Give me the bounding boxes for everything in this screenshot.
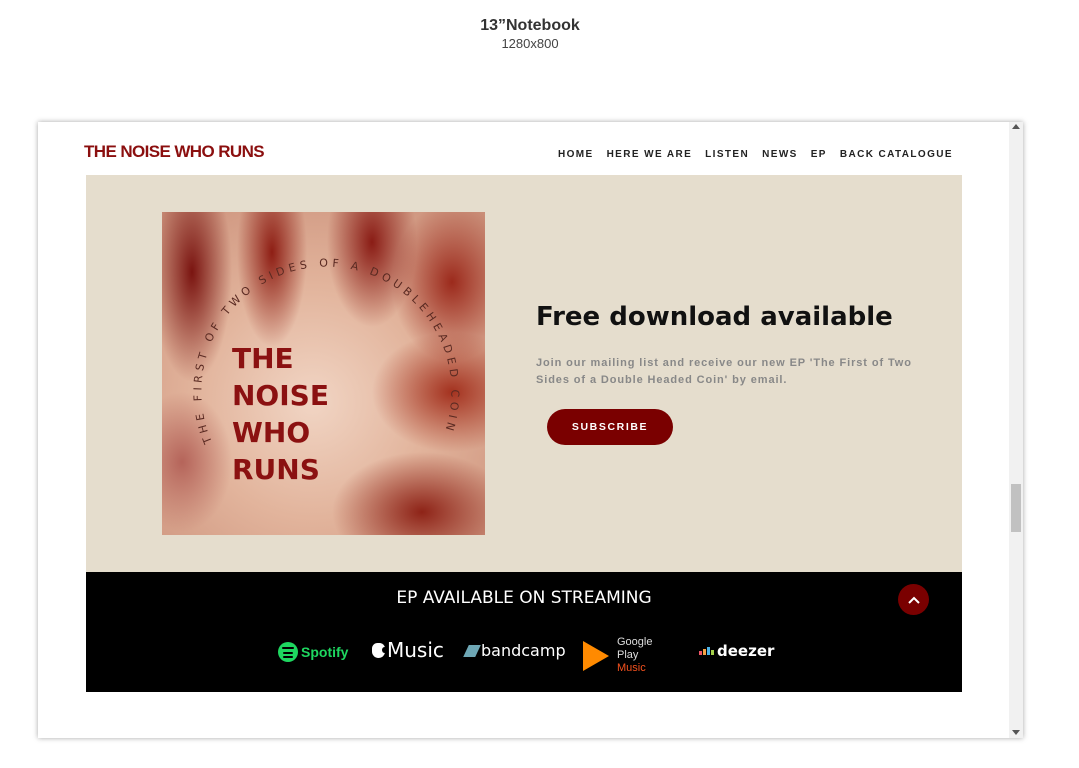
google-play-label: Google Play — [617, 636, 653, 661]
nav-here-we-are[interactable]: HERE WE ARE — [607, 149, 693, 160]
hero-description: Join our mailing list and receive our ne… — [536, 357, 912, 386]
google-play-music-label: Music — [617, 662, 646, 674]
apple-icon — [372, 642, 387, 658]
google-play-icon — [583, 640, 609, 671]
google-play-music-link[interactable]: Google Play Music — [583, 636, 652, 675]
nav-listen[interactable]: LISTEN — [705, 149, 749, 160]
chevron-up-icon — [907, 596, 920, 604]
spotify-label: Spotify — [301, 644, 349, 660]
cover-title-line: NOISE — [232, 379, 329, 412]
device-resolution: 1280x800 — [501, 36, 559, 51]
hero-section: THE FIRST OF TWO SIDES OF A DOUBLEHEADED… — [86, 175, 962, 572]
deezer-label: deezer — [717, 642, 775, 660]
subscribe-button[interactable]: SUBSCRIBE — [547, 409, 673, 445]
scroll-down-arrow-icon[interactable] — [1012, 730, 1020, 735]
apple-music-link[interactable]: Music — [372, 638, 444, 662]
nav-home[interactable]: HOME — [558, 149, 594, 160]
nav-back-catalogue[interactable]: BACK CATALOGUE — [840, 149, 953, 160]
nav-ep[interactable]: EP — [811, 149, 827, 160]
spotify-link[interactable]: Spotify — [278, 642, 348, 662]
device-title: 13”Notebook — [480, 17, 580, 34]
back-to-top-button[interactable] — [898, 584, 929, 615]
bandcamp-link[interactable]: bandcamp — [463, 641, 566, 660]
apple-music-label: Music — [387, 638, 444, 662]
cover-title-line: WHO — [232, 416, 311, 449]
bandcamp-label: bandcamp — [481, 641, 566, 660]
spotify-icon — [278, 642, 298, 662]
site-logo[interactable]: THE NOISE WHO RUNS — [84, 142, 265, 162]
streaming-heading: EP AVAILABLE ON STREAMING — [396, 588, 652, 608]
nav-news[interactable]: NEWS — [762, 149, 798, 160]
browser-viewport: THE NOISE WHO RUNS HOME HERE WE ARE LIST… — [38, 122, 1023, 738]
vertical-scrollbar[interactable] — [1009, 122, 1023, 738]
cover-title-line: RUNS — [232, 453, 320, 486]
hero-heading: Free download available — [536, 302, 893, 332]
cover-title-line: THE — [232, 342, 294, 375]
deezer-link[interactable]: deezer — [699, 642, 774, 660]
streaming-section: EP AVAILABLE ON STREAMING Spotify Music … — [86, 572, 962, 692]
ep-cover-image: THE FIRST OF TWO SIDES OF A DOUBLEHEADED… — [162, 212, 485, 535]
bandcamp-icon — [463, 644, 481, 657]
main-nav: HOME HERE WE ARE LISTEN NEWS EP BACK CAT… — [558, 149, 953, 160]
site-header: THE NOISE WHO RUNS HOME HERE WE ARE LIST… — [38, 122, 1009, 175]
deezer-icon — [699, 647, 714, 655]
scroll-thumb[interactable] — [1011, 484, 1021, 532]
cover-title: THE NOISE WHO RUNS — [232, 340, 329, 488]
scroll-up-arrow-icon[interactable] — [1012, 124, 1020, 129]
